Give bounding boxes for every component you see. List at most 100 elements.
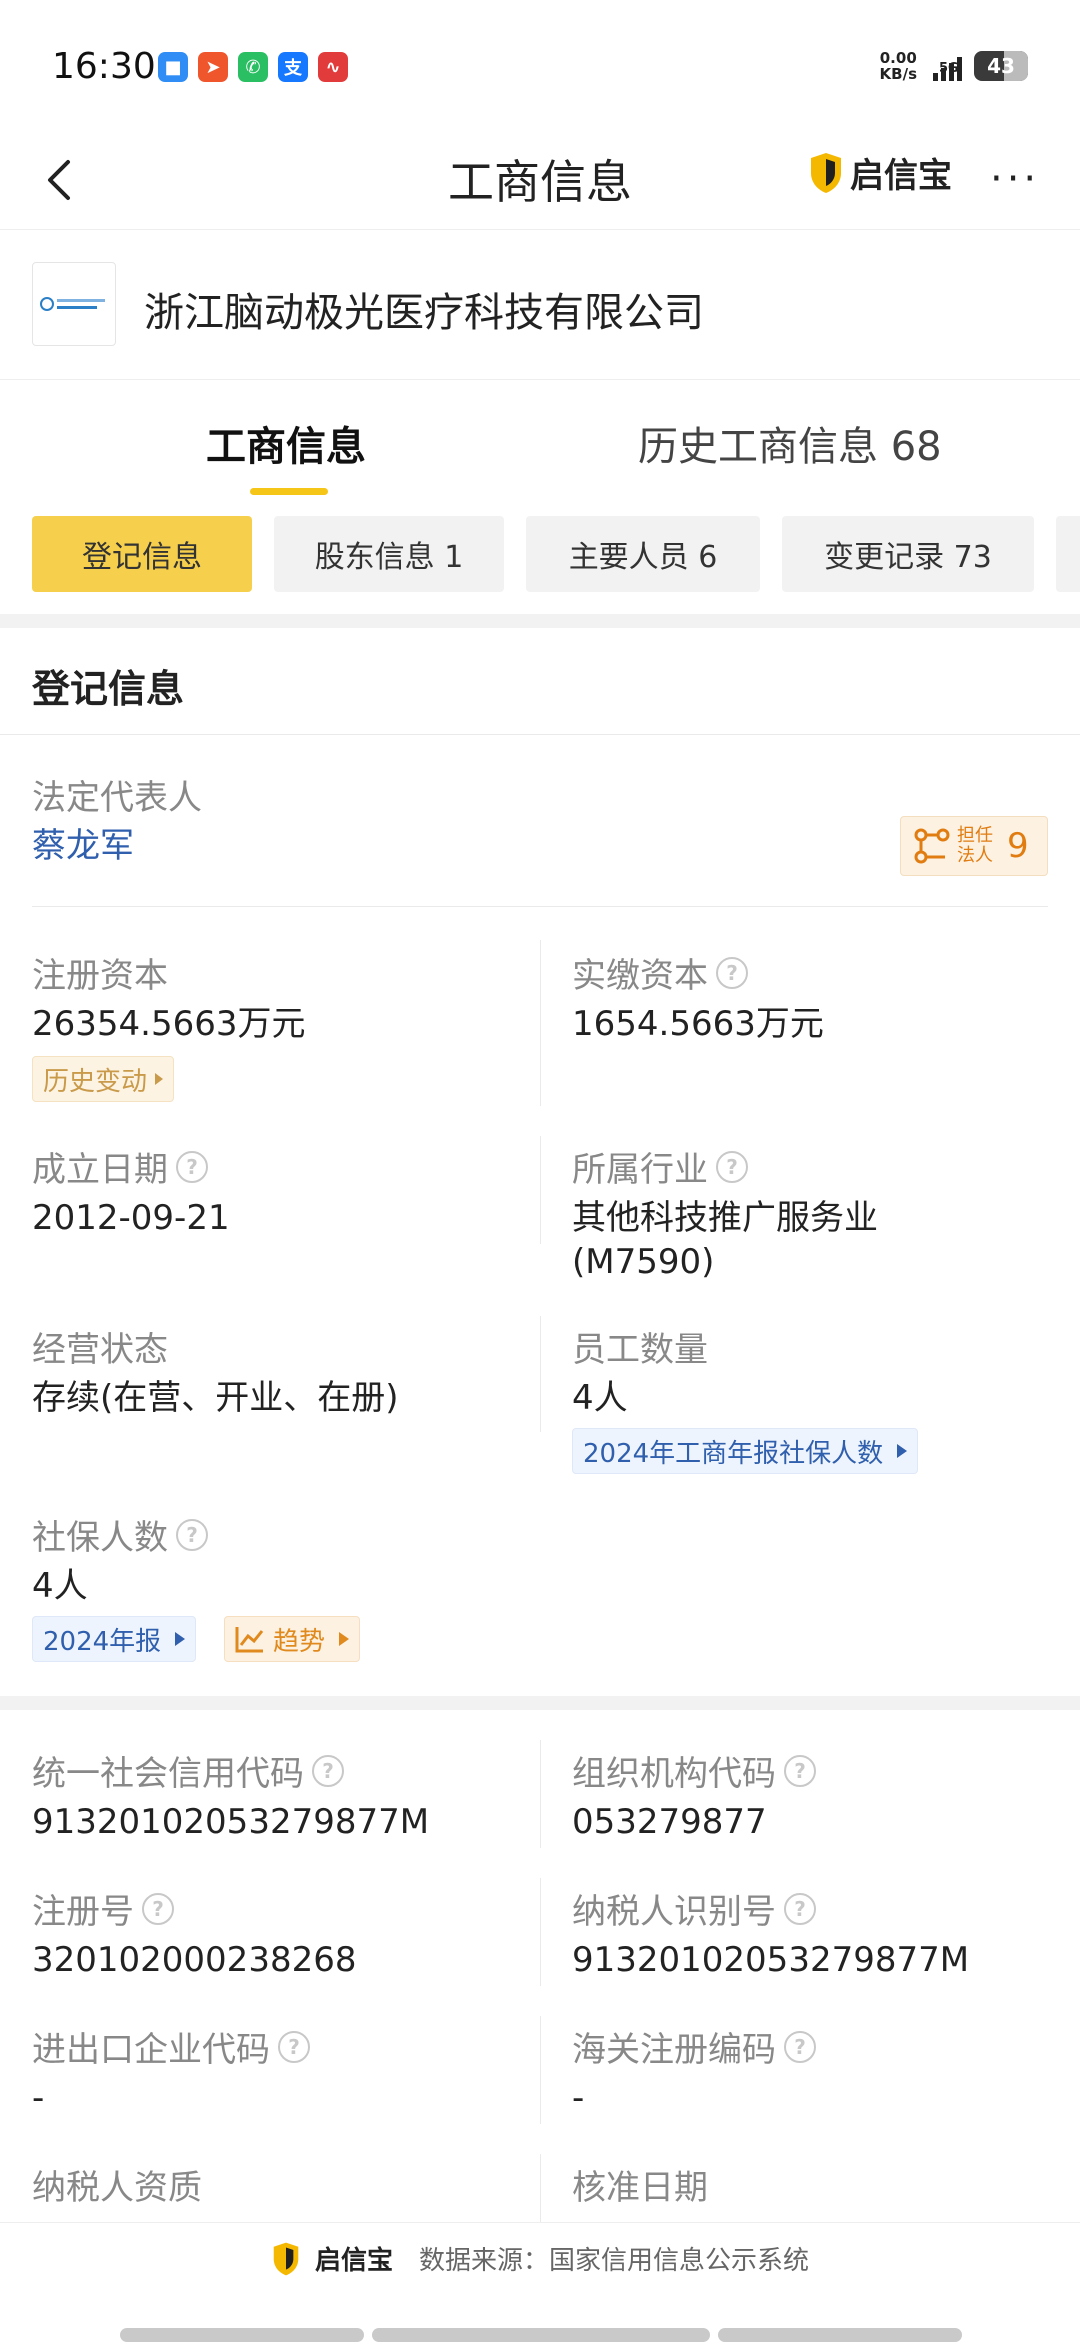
legal-rep-positions-badge[interactable]: 担任 法人 9 (900, 816, 1048, 876)
insured-value: 4人 (32, 1566, 88, 1606)
org-code-label: 组织机构代码 ? (572, 1746, 816, 1795)
triangle-right-icon (897, 1444, 908, 1458)
found-date-value: 2012-09-21 (32, 1198, 230, 1238)
reg-capital-label: 注册资本 (32, 956, 168, 996)
customs-code-label: 海关注册编码 ? (572, 2022, 816, 2071)
help-icon[interactable]: ? (784, 1754, 816, 1787)
column-divider (540, 2154, 541, 2224)
uscc-value: 91320102053279877M (32, 1802, 430, 1842)
help-icon[interactable]: ? (312, 1754, 344, 1787)
status-time: 16:30 (52, 46, 156, 87)
insured-label: 社保人数 ? (32, 1510, 208, 1559)
help-icon[interactable]: ? (716, 956, 748, 989)
divider (32, 906, 1048, 907)
industry-value-line2: (M7590) (572, 1242, 715, 1282)
subtab-shareholders[interactable]: 股东信息 1 (274, 516, 504, 592)
active-tab-indicator (250, 488, 328, 495)
help-icon[interactable]: ? (278, 2030, 310, 2063)
org-code-value: 053279877 (572, 1802, 767, 1842)
history-change-button[interactable]: 历史变动 (32, 1056, 175, 1102)
help-icon[interactable]: ? (784, 2030, 816, 2063)
more-button[interactable]: ··· (990, 156, 1040, 202)
divider (0, 734, 1080, 735)
app-icon-2: ➤ (198, 52, 228, 82)
column-divider (540, 940, 541, 1106)
company-logo-image (40, 297, 105, 311)
main-tabs: 工商信息 历史工商信息 68 (0, 380, 1080, 500)
footer: 启信宝 数据来源：国家信用信息公示系统 (0, 2222, 1080, 2294)
subtab-change-records[interactable]: 变更记录 73 (782, 516, 1034, 592)
triangle-right-icon (339, 1632, 350, 1646)
tab-history-business-info[interactable]: 历史工商信息 68 (638, 414, 942, 472)
found-date-label: 成立日期 ? (32, 1142, 208, 1191)
bottom-scroll-indicator (120, 2328, 364, 2342)
data-source-text: 数据来源：国家信用信息公示系统 (419, 2246, 810, 2276)
network-speed: 0.00 KB/s (879, 49, 917, 83)
app-icon-3: ✆ (238, 52, 268, 82)
company-logo (32, 262, 116, 346)
tab-business-info[interactable]: 工商信息 (206, 414, 366, 472)
customs-code-value: - (572, 2078, 585, 2118)
sub-tabs: 登记信息 股东信息 1 主要人员 6 变更记录 73 (0, 516, 1080, 592)
help-icon[interactable]: ? (176, 1150, 208, 1183)
bottom-scroll-indicator (718, 2328, 962, 2342)
section-divider (0, 1696, 1080, 1710)
legal-rep-label: 法定代表人 (32, 778, 202, 818)
status-bar: 16:30 ■ ➤ ✆ 支 ∿ 0.00 KB/s 5G 43 (0, 0, 1080, 130)
bottom-scroll-indicator (372, 2328, 710, 2342)
taxpayer-id-label: 纳税人识别号 ? (572, 1884, 816, 1933)
import-export-value: - (32, 2078, 45, 2118)
paid-capital-label: 实缴资本 ? (572, 948, 748, 997)
uscc-label: 统一社会信用代码 ? (32, 1746, 344, 1795)
shield-icon (273, 2242, 299, 2275)
subtab-registration[interactable]: 登记信息 (32, 516, 252, 592)
taxpayer-qualification-label: 纳税人资质 (32, 2168, 202, 2208)
app-icon-5: ∿ (318, 52, 348, 82)
column-divider (540, 1878, 541, 1986)
column-divider (540, 1740, 541, 1848)
taxpayer-id-value: 91320102053279877M (572, 1940, 970, 1980)
org-chart-icon (914, 828, 950, 864)
triangle-right-icon (175, 1632, 186, 1646)
column-divider (540, 2016, 541, 2124)
help-icon[interactable]: ? (176, 1518, 208, 1551)
insured-trend-button[interactable]: 趋势 (224, 1616, 361, 1662)
section-divider (0, 614, 1080, 628)
approve-date-label: 核准日期 (572, 2168, 708, 2208)
industry-label: 所属行业 ? (572, 1142, 748, 1191)
alipay-icon: 支 (278, 52, 308, 82)
battery-icon: 43 (974, 51, 1028, 81)
legal-rep-value[interactable]: 蔡龙军 (32, 824, 134, 868)
column-divider (540, 1136, 541, 1244)
employee-value: 4人 (572, 1378, 628, 1418)
status-right: 0.00 KB/s 5G 43 (880, 50, 1028, 82)
reg-number-label: 注册号 ? (32, 1884, 174, 1933)
help-icon[interactable]: ? (784, 1892, 816, 1925)
column-divider (540, 1316, 541, 1432)
subtab-more[interactable] (1056, 516, 1080, 592)
status-label: 经营状态 (32, 1330, 168, 1370)
reg-capital-value: 26354.5663万元 (32, 1004, 306, 1044)
triangle-right-icon (155, 1073, 164, 1085)
brand-logo: 启信宝 (808, 148, 952, 197)
employee-report-button[interactable]: 2024年工商年报社保人数 (572, 1428, 919, 1474)
industry-value-line1: 其他科技推广服务业 (572, 1198, 878, 1238)
status-app-icons: ■ ➤ ✆ 支 ∿ (158, 52, 348, 82)
help-icon[interactable]: ? (716, 1150, 748, 1183)
trend-chart-icon (235, 1627, 264, 1653)
import-export-label: 进出口企业代码 ? (32, 2022, 310, 2071)
paid-capital-value: 1654.5663万元 (572, 1004, 824, 1044)
subtab-key-personnel[interactable]: 主要人员 6 (526, 516, 760, 592)
section-title: 登记信息 (32, 667, 185, 711)
status-value: 存续(在营、开业、在册) (32, 1378, 399, 1418)
company-name: 浙江脑动极光医疗科技有限公司 (144, 290, 704, 336)
insured-report-button[interactable]: 2024年报 (32, 1616, 197, 1662)
reg-number-value: 320102000238268 (32, 1940, 357, 1980)
footer-brand: 启信宝 (314, 2246, 393, 2276)
nav-bar: 工商信息 启信宝 ··· (0, 130, 1080, 230)
help-icon[interactable]: ? (142, 1892, 174, 1925)
signal-icon: 5G (929, 51, 962, 81)
company-header: 浙江脑动极光医疗科技有限公司 (0, 232, 1080, 380)
employee-label: 员工数量 (572, 1330, 708, 1370)
app-icon-1: ■ (158, 52, 188, 82)
